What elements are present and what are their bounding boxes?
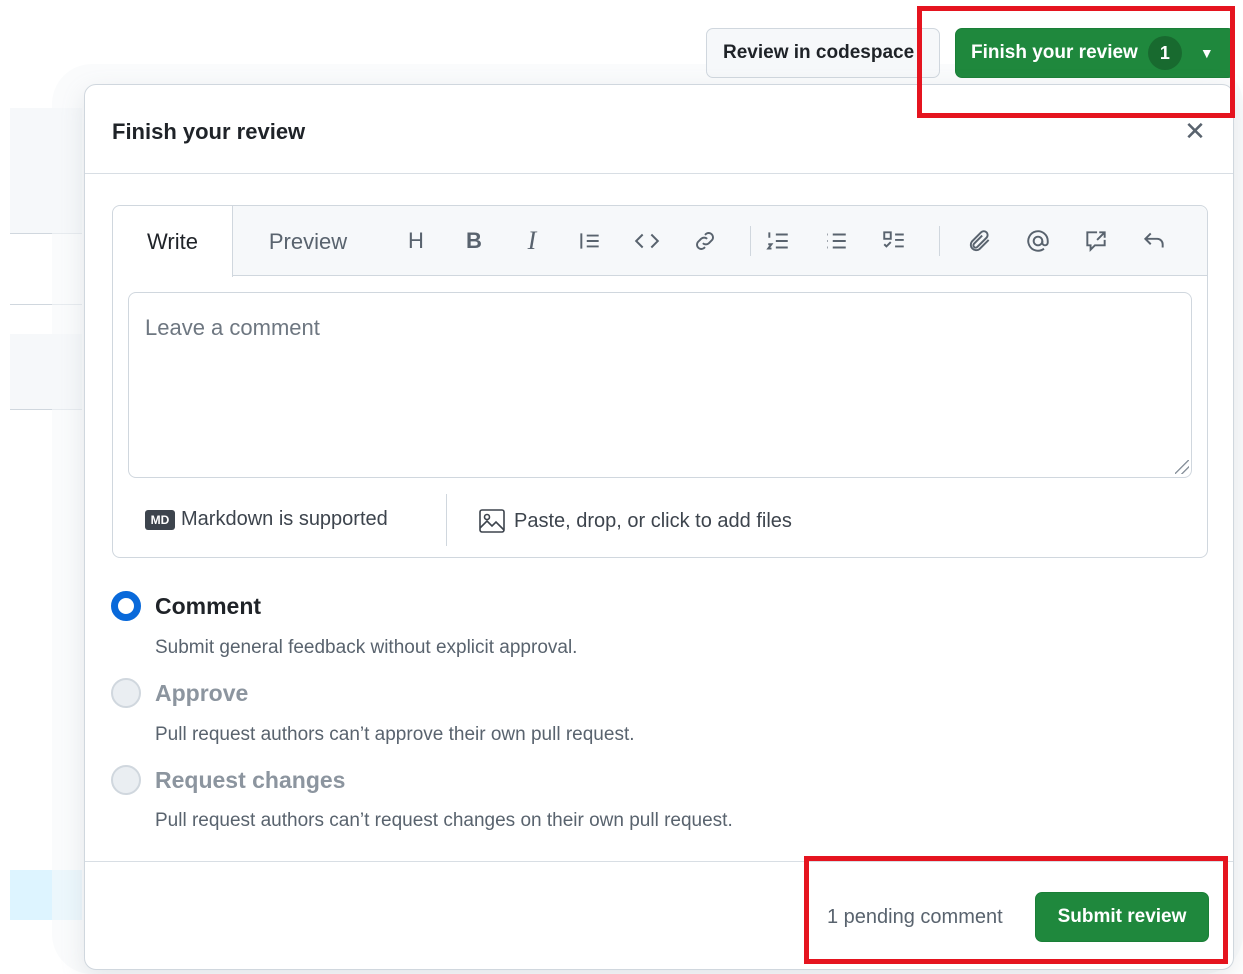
reference-icon[interactable] bbox=[1079, 224, 1113, 258]
mention-icon[interactable] bbox=[1021, 224, 1055, 258]
toolbar-divider bbox=[750, 226, 751, 256]
code-icon[interactable] bbox=[630, 224, 664, 258]
unordered-list-icon[interactable] bbox=[819, 224, 853, 258]
radio-request-changes[interactable]: Request changes bbox=[111, 765, 345, 795]
image-icon bbox=[479, 509, 505, 533]
quote-icon[interactable] bbox=[573, 224, 607, 258]
tab-preview-label: Preview bbox=[268, 228, 348, 254]
dialog-title: Finish your review bbox=[112, 119, 306, 144]
review-in-codespace-label: Review in codespace bbox=[723, 42, 915, 63]
undo-icon[interactable] bbox=[1137, 224, 1171, 258]
radio-request-changes-description: Pull request authors can’t request chang… bbox=[155, 810, 733, 831]
annotation-highlight bbox=[917, 6, 1235, 118]
radio-comment-description: Submit general feedback without explicit… bbox=[155, 637, 578, 658]
add-files-label: Paste, drop, or click to add files bbox=[514, 509, 792, 532]
annotation-highlight bbox=[804, 856, 1228, 964]
link-icon[interactable] bbox=[688, 224, 722, 258]
markdown-hint-link[interactable]: MD Markdown is supported bbox=[145, 508, 388, 531]
bold-icon[interactable]: B bbox=[457, 224, 491, 258]
review-in-codespace-button[interactable]: Review in codespace bbox=[706, 28, 940, 78]
radio-comment[interactable]: Comment bbox=[111, 591, 261, 621]
editor-toolbar: Write Preview H B I bbox=[113, 206, 1207, 277]
toolbar-divider bbox=[939, 226, 940, 256]
close-icon[interactable]: ✕ bbox=[1181, 116, 1209, 146]
attach-icon[interactable] bbox=[963, 224, 997, 258]
markdown-icon: MD bbox=[145, 509, 175, 530]
radio-comment-indicator[interactable] bbox=[111, 591, 141, 621]
ordered-list-icon[interactable] bbox=[761, 224, 795, 258]
editor-footer: MD Markdown is supported Paste, drop, or… bbox=[113, 494, 1207, 558]
resize-handle[interactable] bbox=[1175, 460, 1189, 474]
italic-icon[interactable]: I bbox=[515, 224, 549, 258]
radio-request-changes-label: Request changes bbox=[155, 766, 346, 793]
task-list-icon[interactable] bbox=[877, 224, 911, 258]
finish-review-dialog: Finish your review ✕ Write Preview H B I bbox=[84, 84, 1234, 970]
comment-input[interactable] bbox=[128, 292, 1192, 478]
radio-approve-indicator[interactable] bbox=[111, 678, 141, 708]
radio-approve-description: Pull request authors can’t approve their… bbox=[155, 724, 635, 745]
radio-comment-label: Comment bbox=[155, 592, 262, 619]
markdown-hint-label: Markdown is supported bbox=[181, 508, 388, 530]
add-files-button[interactable]: Paste, drop, or click to add files bbox=[478, 508, 792, 534]
tab-write[interactable]: Write bbox=[113, 206, 233, 277]
tab-write-label: Write bbox=[147, 228, 198, 254]
radio-approve-label: Approve bbox=[155, 679, 249, 706]
comment-editor: Write Preview H B I Leave a comment MD M… bbox=[112, 205, 1208, 558]
tab-preview[interactable]: Preview bbox=[233, 206, 383, 277]
footer-divider bbox=[446, 494, 447, 546]
radio-approve[interactable]: Approve bbox=[111, 678, 248, 708]
heading-icon[interactable]: H bbox=[399, 224, 433, 258]
radio-request-changes-indicator[interactable] bbox=[111, 765, 141, 795]
